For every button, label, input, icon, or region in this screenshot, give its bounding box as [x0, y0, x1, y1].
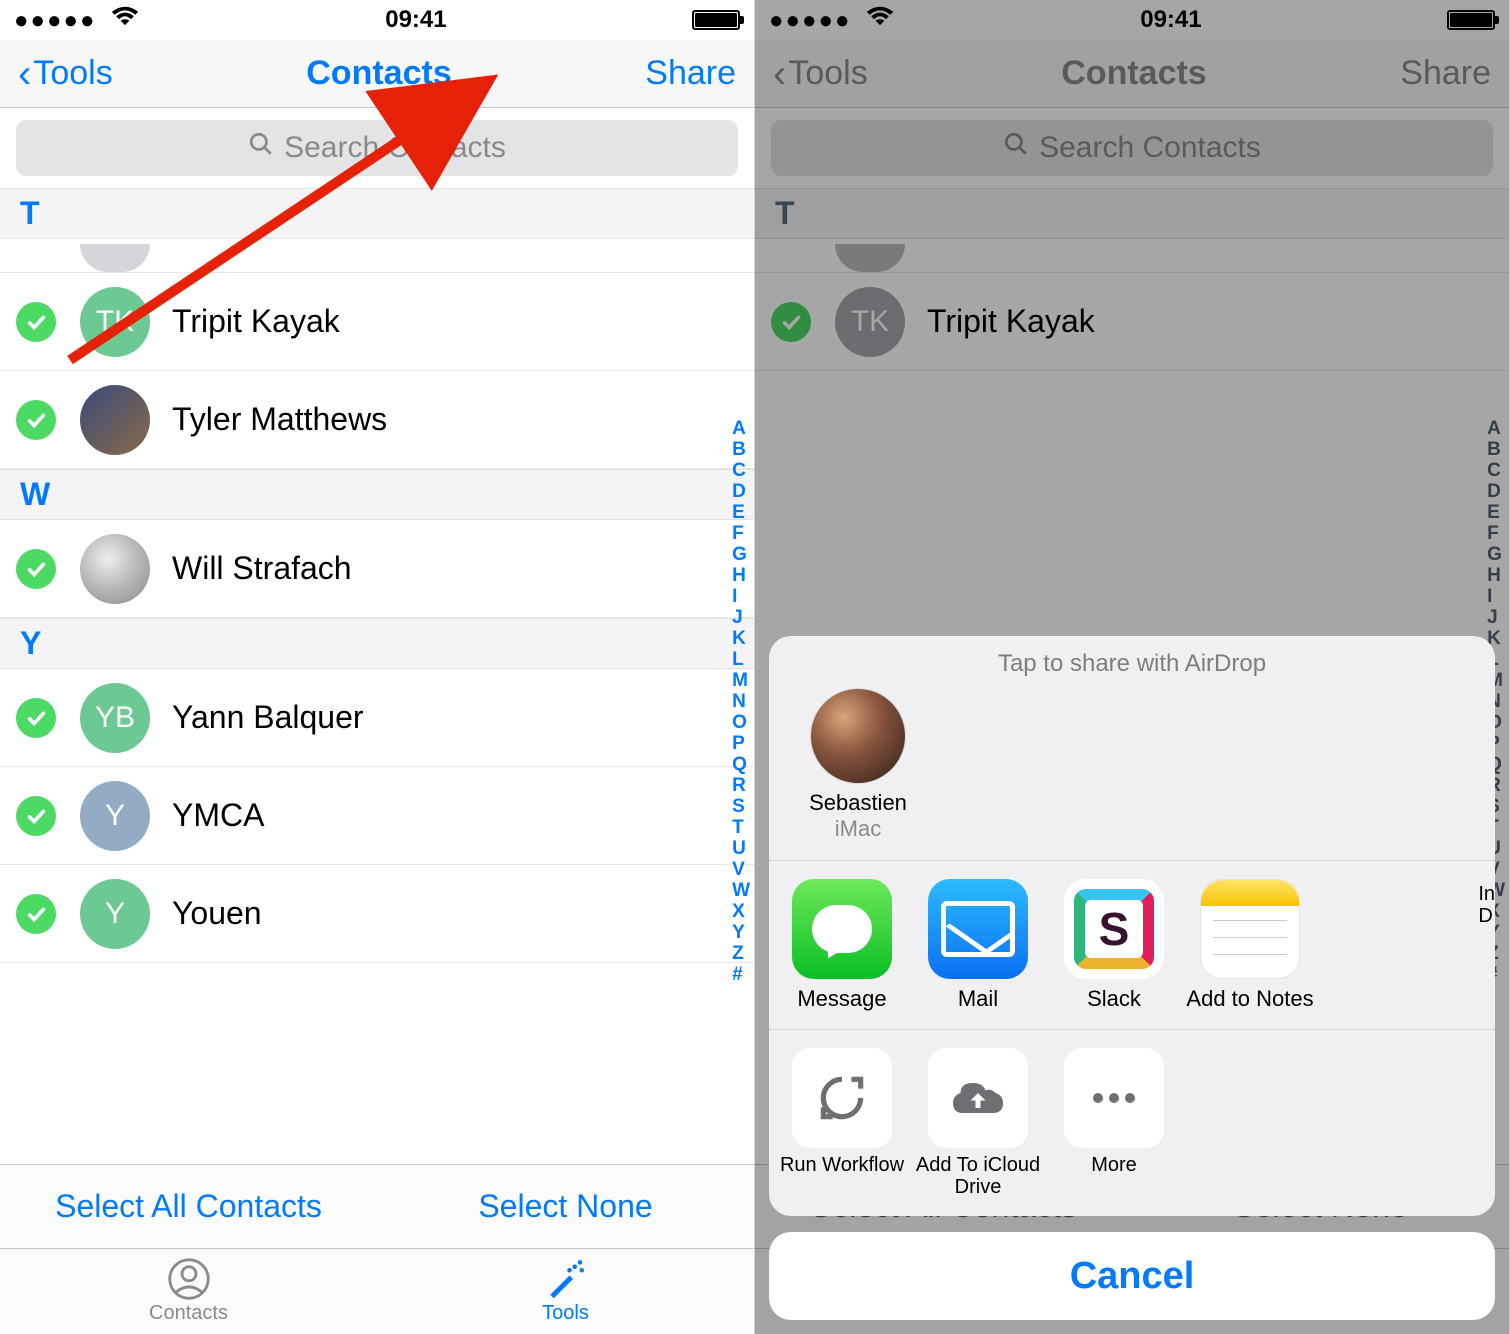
- search-input[interactable]: Search Contacts: [16, 120, 738, 176]
- airdrop-title: Tap to share with AirDrop: [769, 636, 1495, 688]
- contact-row[interactable]: TK Tripit Kayak: [0, 273, 754, 371]
- chevron-left-icon: ‹: [18, 54, 31, 94]
- share-app-mail[interactable]: Mail: [913, 879, 1043, 1011]
- avatar: TK: [80, 287, 150, 357]
- share-actions-row[interactable]: Run Workflow Add To iCloud Drive More: [769, 1029, 1495, 1216]
- select-none-button[interactable]: Select None: [377, 1165, 754, 1248]
- clock: 09:41: [385, 6, 446, 34]
- share-sheet: Tap to share with AirDrop Sebastien iMac…: [769, 636, 1495, 1320]
- checkmark-icon[interactable]: [16, 796, 56, 836]
- share-button[interactable]: Share: [645, 54, 736, 93]
- checkmark-icon[interactable]: [16, 549, 56, 589]
- search-icon: [248, 131, 274, 165]
- contact-row[interactable]: Will Strafach: [0, 520, 754, 618]
- action-run-workflow[interactable]: Run Workflow: [777, 1048, 907, 1198]
- tab-bar: Contacts Tools: [0, 1248, 754, 1334]
- avatar: Y: [80, 781, 150, 851]
- share-apps-row[interactable]: Message Mail SSlack Add to Notes InD: [769, 860, 1495, 1029]
- contact-row-partial[interactable]: [0, 239, 754, 273]
- avatar: Y: [80, 879, 150, 949]
- back-button[interactable]: ‹Tools: [18, 54, 113, 94]
- section-header: Y: [0, 618, 754, 669]
- contacts-list[interactable]: ABCDEFGHIJKLMNOPQRSTUVWXYZ# T TK Tripit …: [0, 188, 754, 963]
- select-all-button[interactable]: Select All Contacts: [0, 1165, 377, 1248]
- checkmark-icon[interactable]: [16, 698, 56, 738]
- page-title: Contacts: [306, 54, 451, 93]
- phone-right: ●●●●● 09:41 ‹Tools Contacts Share Search…: [755, 0, 1510, 1334]
- notes-icon: [1200, 879, 1300, 979]
- share-app-message[interactable]: Message: [777, 879, 907, 1011]
- airdrop-target[interactable]: Sebastien iMac: [793, 688, 923, 842]
- contact-row[interactable]: Y Youen: [0, 865, 754, 963]
- cancel-button[interactable]: Cancel: [769, 1232, 1495, 1320]
- action-more[interactable]: More: [1049, 1048, 1179, 1198]
- tab-tools[interactable]: Tools: [377, 1249, 754, 1334]
- contact-name: Will Strafach: [172, 550, 352, 587]
- signal-icon: ●●●●●: [14, 6, 140, 35]
- airdrop-avatar: [810, 688, 906, 784]
- cloud-icon: [928, 1048, 1028, 1148]
- message-icon: [792, 879, 892, 979]
- contact-name: Youen: [172, 895, 262, 932]
- share-app-notes[interactable]: Add to Notes: [1185, 879, 1315, 1011]
- avatar: [80, 534, 150, 604]
- contact-name: YMCA: [172, 797, 264, 834]
- contact-row[interactable]: Y YMCA: [0, 767, 754, 865]
- index-rail[interactable]: ABCDEFGHIJKLMNOPQRSTUVWXYZ#: [732, 418, 750, 985]
- share-app-slack[interactable]: SSlack: [1049, 879, 1179, 1011]
- share-app-peek: InD: [1478, 883, 1495, 927]
- avatar: YB: [80, 683, 150, 753]
- checkmark-icon[interactable]: [16, 400, 56, 440]
- more-icon: [1064, 1048, 1164, 1148]
- checkmark-icon[interactable]: [16, 894, 56, 934]
- contact-name: Tripit Kayak: [172, 303, 340, 340]
- nav-bar: ‹Tools Contacts Share: [0, 40, 754, 108]
- contact-name: Yann Balquer: [172, 699, 364, 736]
- contact-row[interactable]: Tyler Matthews: [0, 371, 754, 469]
- section-header: T: [0, 188, 754, 239]
- tab-contacts[interactable]: Contacts: [0, 1249, 377, 1334]
- mail-icon: [928, 879, 1028, 979]
- status-bar: ●●●●● 09:41: [0, 0, 754, 40]
- phone-left: ●●●●● 09:41 ‹Tools Contacts Share Search…: [0, 0, 755, 1334]
- search-placeholder: Search Contacts: [284, 131, 506, 165]
- slack-icon: S: [1064, 879, 1164, 979]
- contact-name: Tyler Matthews: [172, 401, 387, 438]
- back-label: Tools: [33, 54, 112, 93]
- battery-icon: [692, 10, 740, 30]
- contact-row[interactable]: YB Yann Balquer: [0, 669, 754, 767]
- selection-bar: Select All Contacts Select None: [0, 1164, 754, 1248]
- action-icloud-drive[interactable]: Add To iCloud Drive: [913, 1048, 1043, 1198]
- avatar: [80, 385, 150, 455]
- section-header: W: [0, 469, 754, 520]
- checkmark-icon[interactable]: [16, 302, 56, 342]
- workflow-icon: [792, 1048, 892, 1148]
